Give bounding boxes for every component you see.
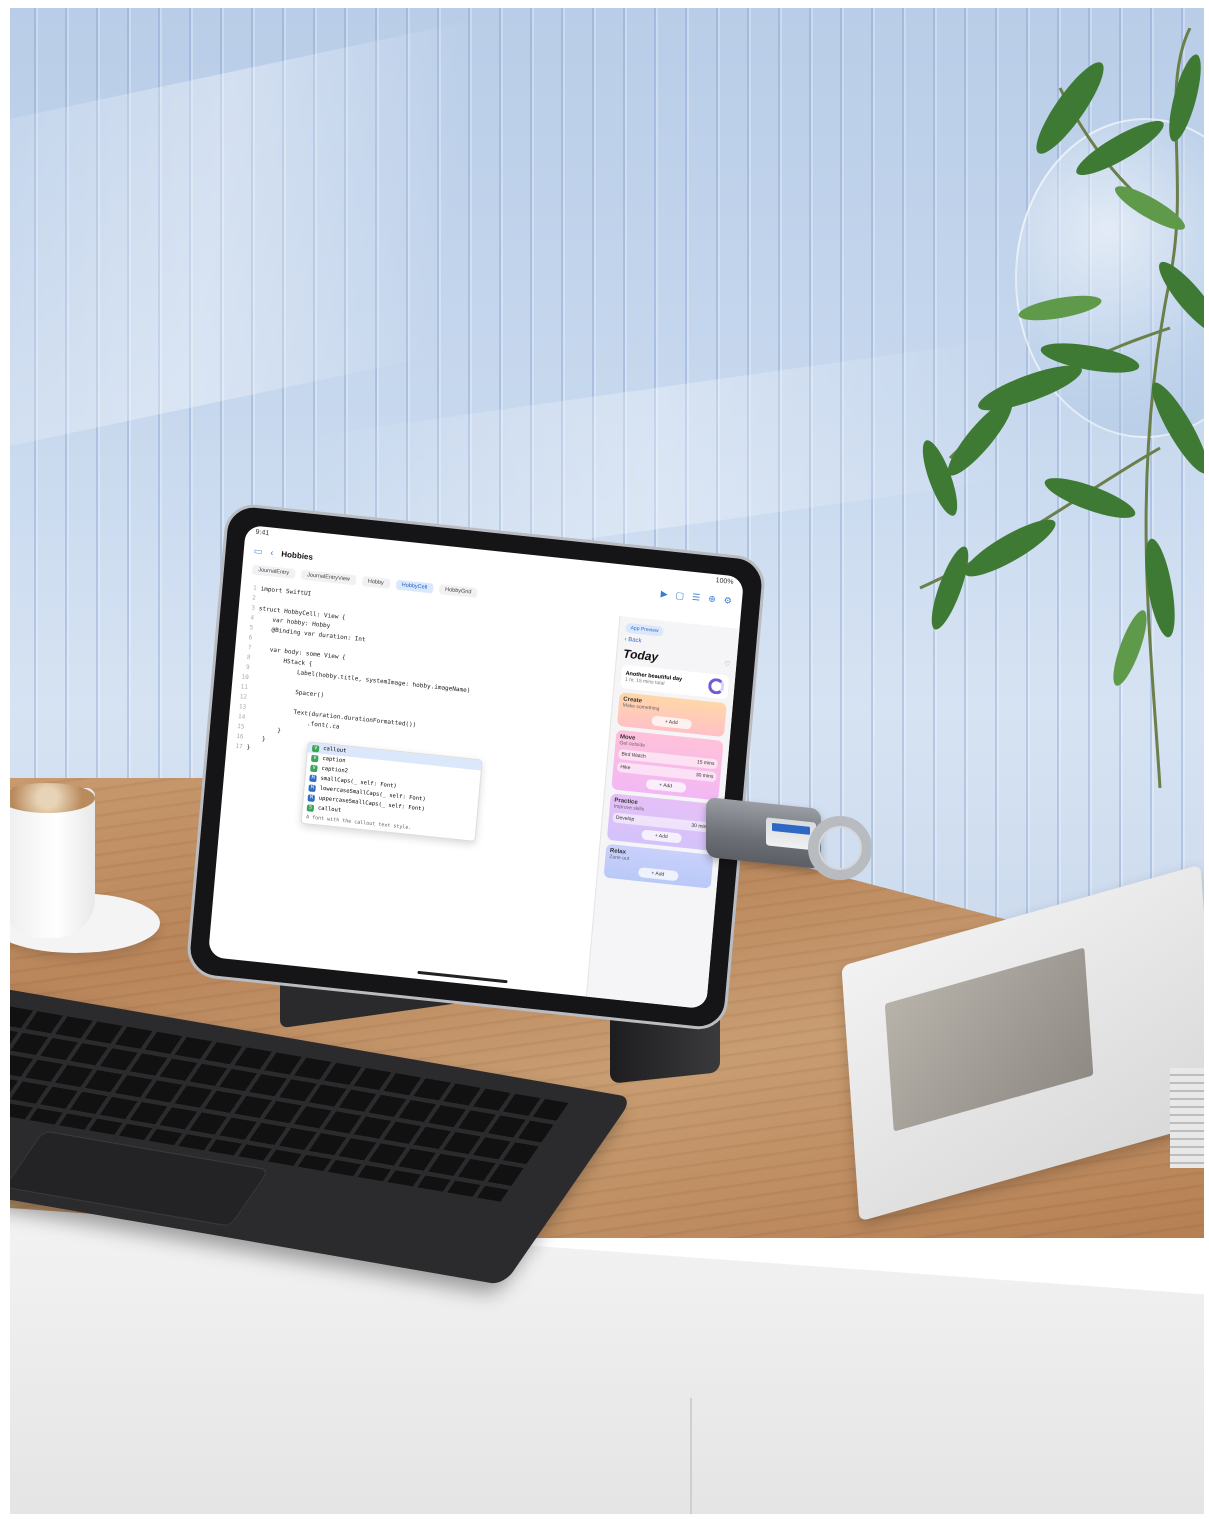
- ipad-screen: 9:41 100% ▭ ‹ Hobbies ▶ ▢ ☰ ⊕ ⚙ JournalE…: [207, 524, 745, 1010]
- hobby-card-relax[interactable]: Relax Zone out + Add: [603, 843, 714, 889]
- list-icon[interactable]: ☰: [692, 591, 701, 603]
- back-label: Back: [627, 637, 642, 645]
- magazine-stack: [1170, 1068, 1204, 1168]
- magazine-photo: [884, 947, 1094, 1132]
- photo-frame: 9:41 100% ▭ ‹ Hobbies ▶ ▢ ☰ ⊕ ⚙ JournalE…: [10, 8, 1204, 1514]
- preview-title: Today: [622, 646, 659, 665]
- hobby-card-move[interactable]: Move Get outside Bird Watch 15 mins Hike 30 m…: [611, 729, 724, 801]
- play-icon[interactable]: ▶: [660, 588, 668, 600]
- completion-kind-badge: V: [311, 744, 320, 752]
- completion-kind-badge: V: [310, 764, 318, 772]
- hobby-card-create[interactable]: Create Make something + Add: [616, 692, 727, 738]
- activity-name: Hike: [620, 764, 631, 772]
- completion-kind-badge: M: [308, 783, 316, 792]
- completion-kind-badge: V: [310, 754, 319, 762]
- tab-hobby-grid[interactable]: HobbyGrid: [438, 584, 478, 599]
- add-activity-button[interactable]: + Add: [640, 829, 682, 844]
- activity-name: Bird Watch: [621, 751, 646, 760]
- activity-duration: 30 mins: [695, 772, 714, 780]
- plus-icon[interactable]: ⊕: [708, 593, 716, 605]
- white-cabinet: [10, 1208, 1204, 1514]
- line-number: 17: [235, 742, 243, 751]
- completion-label: caption: [322, 755, 346, 765]
- hobby-cards: Create Make something + Add Move Get outside…: [603, 692, 727, 889]
- settings-icon[interactable]: ⚙: [723, 595, 732, 607]
- completion-kind-badge: M: [307, 793, 316, 802]
- app-preview-tag[interactable]: App Preview: [625, 622, 665, 637]
- completion-label: callout: [322, 745, 347, 755]
- activity-duration: 15 mins: [696, 759, 715, 768]
- plant: [919, 28, 1204, 788]
- completion-kind-badge: M: [309, 774, 317, 782]
- sidebar-icon[interactable]: ▭: [253, 545, 262, 557]
- cabinet-seam: [690, 1398, 692, 1514]
- keyring-loop: [808, 816, 872, 880]
- hobby-card-practice[interactable]: Practice Improve skills Develop 30 mins + Ad…: [606, 793, 718, 851]
- completion-label: callout: [317, 805, 342, 814]
- completion-kind-badge: S: [306, 803, 315, 812]
- ipad: 9:41 100% ▭ ‹ Hobbies ▶ ▢ ☰ ⊕ ⚙ JournalE…: [185, 501, 767, 1033]
- back-chevron-icon[interactable]: ‹: [270, 547, 274, 557]
- tab-journal-entry[interactable]: JournalEntry: [251, 564, 296, 579]
- progress-ring: [707, 677, 725, 696]
- code-editor[interactable]: 1 2 3 4 5 6 7 8 9 10 11 12 13 14 15 16 17 import SwiftUI…: [208, 576, 620, 996]
- add-activity-button[interactable]: + Add: [645, 778, 687, 793]
- add-activity-button[interactable]: + Add: [650, 715, 692, 730]
- tab-hobby[interactable]: Hobby: [361, 576, 391, 589]
- device-icon[interactable]: ▢: [675, 590, 684, 602]
- tab-hobby-cell[interactable]: HobbyCell: [395, 579, 434, 594]
- add-activity-button[interactable]: + Add: [637, 867, 679, 882]
- project-title: Hobbies: [281, 549, 314, 562]
- heart-icon[interactable]: ♡: [724, 660, 731, 669]
- activity-name: Develop: [615, 814, 635, 823]
- usb-c-adapter: [706, 796, 821, 870]
- workspace: 1 2 3 4 5 6 7 8 9 10 11 12 13 14 15 16 17 import SwiftUI…: [208, 576, 740, 1010]
